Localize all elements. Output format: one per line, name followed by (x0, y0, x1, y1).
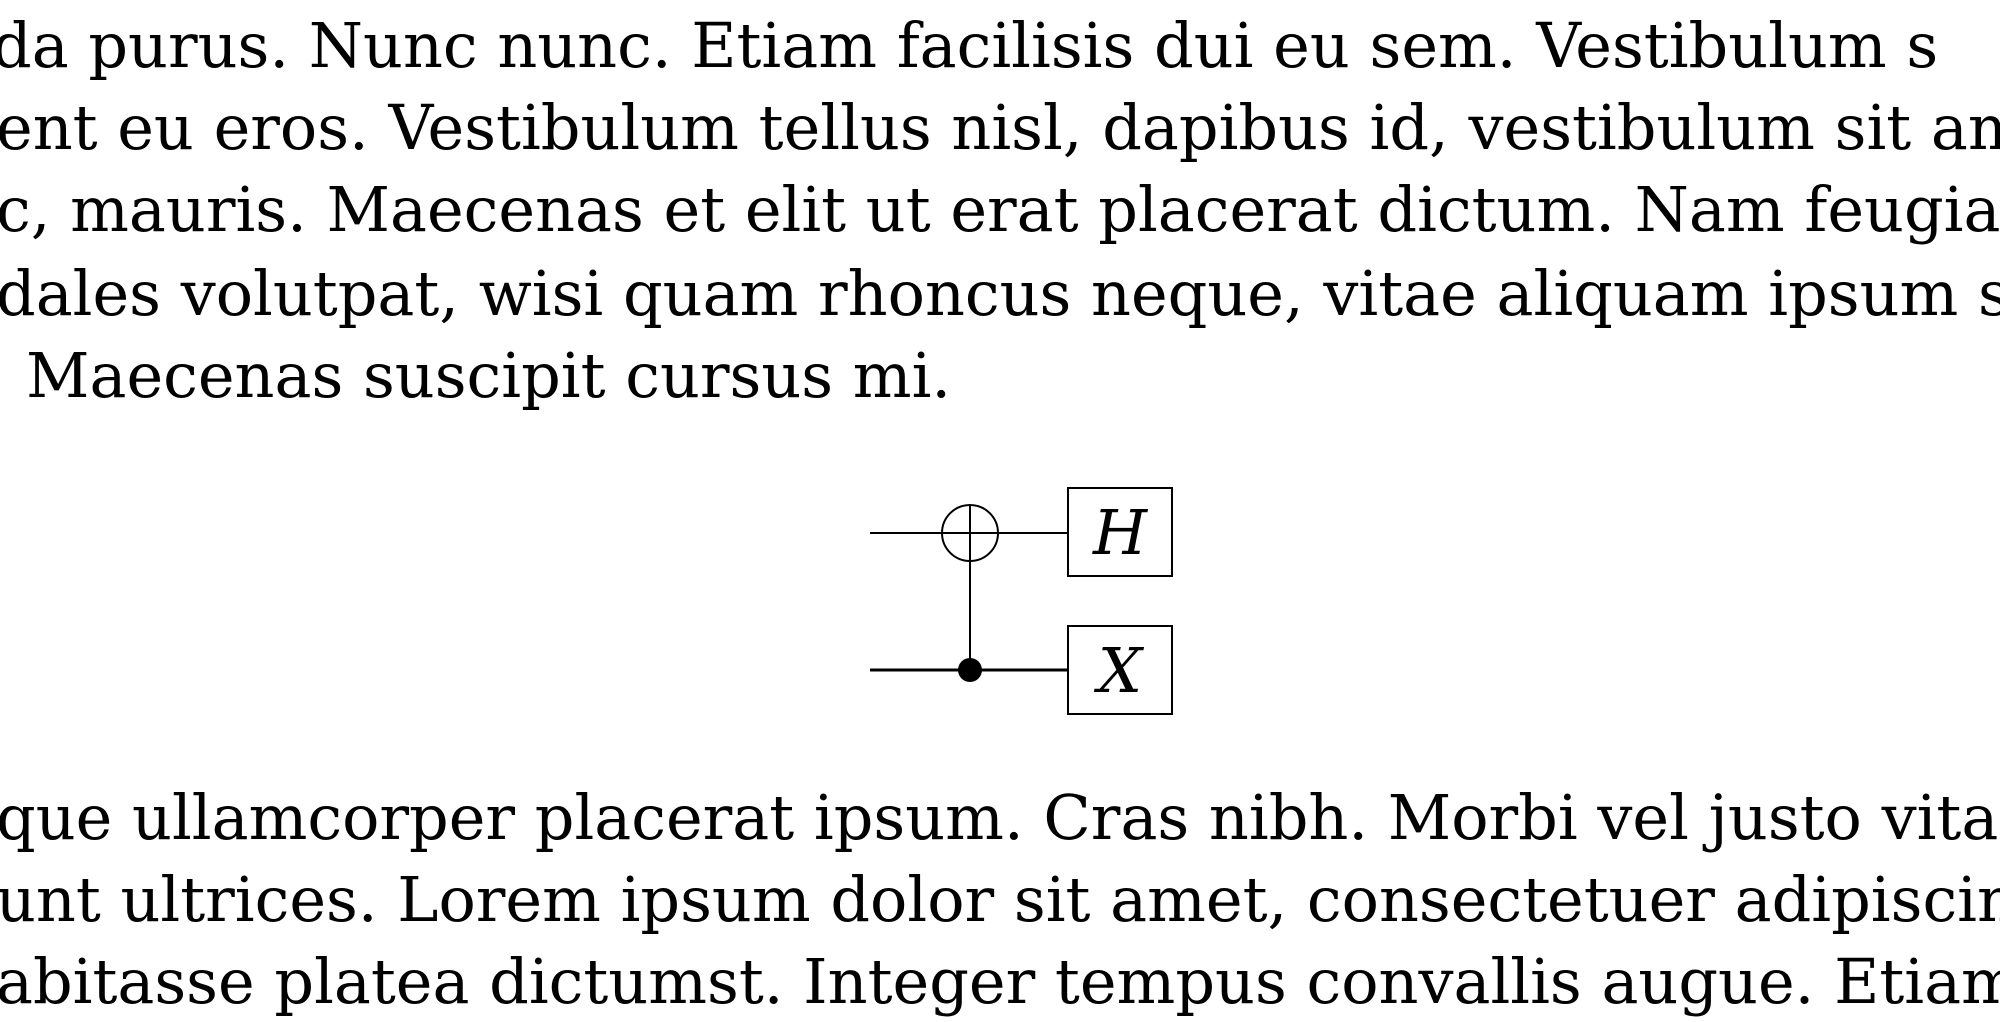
paragraph-line: que ullamcorper placerat ipsum. Cras nib… (0, 781, 1999, 854)
paragraph-line: unt ultrices. Lorem ipsum dolor sit amet… (0, 863, 2000, 936)
gate-label-x: X (1094, 634, 1145, 707)
hadamard-gate: H (1067, 487, 1173, 577)
paragraph-line: Maecenas suscipit cursus mi. (26, 339, 952, 412)
quantum-circuit-figure: H X (870, 487, 1173, 715)
paragraph-line: da purus. Nunc nunc. Etiam facilisis dui… (0, 9, 1939, 82)
paragraph-line: dales volutpat, wisi quam rhoncus neque,… (0, 257, 2000, 330)
paragraph-line: c, mauris. Maecenas et elit ut erat plac… (0, 173, 2000, 246)
paragraph-line: abitasse platea dictumst. Integer tempus… (0, 945, 2000, 1018)
pauli-x-gate: X (1067, 625, 1173, 715)
control-dot-icon (958, 658, 982, 682)
paragraph-line: ent eu eros. Vestibulum tellus nisl, dap… (0, 91, 2000, 164)
cnot-target-icon (941, 504, 999, 562)
gate-label-h: H (1092, 496, 1149, 569)
